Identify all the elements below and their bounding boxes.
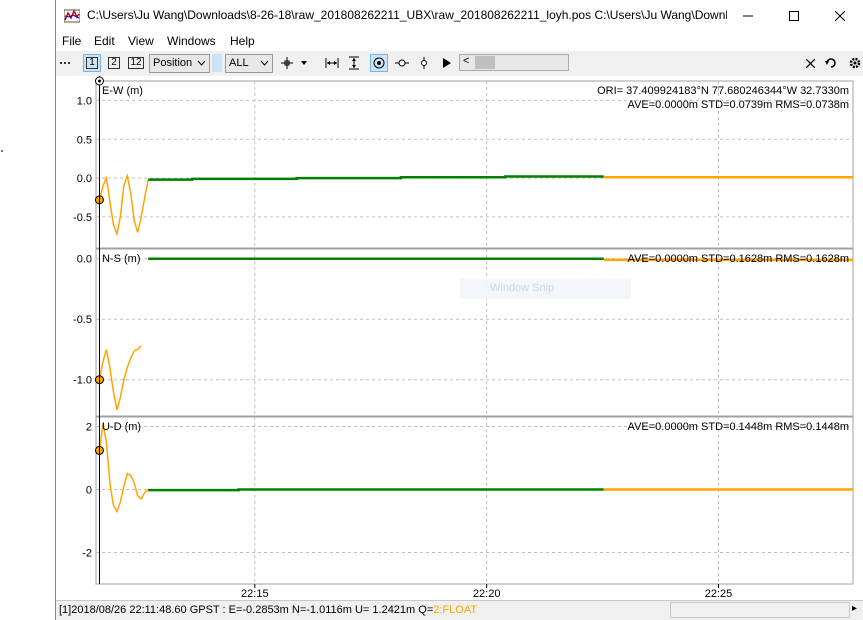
center-dropdown[interactable]: [299, 54, 309, 72]
track-point-icon: [395, 59, 409, 67]
target-icon: [373, 57, 385, 69]
panel-title: N-S (m): [102, 253, 141, 265]
y-tick-label: -1.0: [73, 375, 92, 387]
panel-title: E-W (m): [102, 85, 143, 97]
y-tick-label: 0.0: [77, 254, 92, 266]
x-tick-label: 22:25: [705, 588, 733, 600]
status-bar: [1]2018/08/26 22:11:48.60 GPST : E=-0.28…: [56, 600, 863, 620]
y-tick-label: -0.5: [73, 314, 92, 326]
fit-vertical-icon: [349, 56, 359, 70]
position-plot[interactable]: 1.0 0.5 0.0 -0.5 E-W (m) ORI= 37.409924183°N …: [56, 76, 863, 600]
status-quality: 2:FLOAT: [433, 604, 478, 616]
app-icon: [64, 9, 80, 23]
minimize-icon: [743, 15, 753, 16]
y-tick-label: -2: [82, 547, 92, 559]
panel-frame: [95, 416, 854, 585]
refresh-icon: [825, 58, 836, 68]
stats-label: AVE=0.0000m STD=0.0739m RMS=0.0738m: [628, 99, 849, 111]
fit-horizontal-button[interactable]: [324, 54, 340, 72]
close-icon: [805, 58, 815, 68]
menu-help[interactable]: Help: [230, 34, 255, 48]
close-button[interactable]: [817, 0, 863, 31]
close-icon: [835, 10, 845, 21]
plot-type-select[interactable]: Position: [149, 54, 210, 73]
fit-horizontal-icon: [325, 58, 339, 68]
fix-center-button[interactable]: [370, 54, 388, 72]
x-tick-label: 22:15: [241, 588, 269, 600]
stats-label: AVE=0.0000m STD=0.1628m RMS=0.1628m: [628, 253, 849, 265]
separator: [212, 54, 222, 72]
scroll-thumb[interactable]: [475, 56, 495, 69]
plot-1-label: 1: [86, 57, 98, 69]
minimize-button[interactable]: [725, 0, 771, 31]
toolbar-grip: [59, 54, 71, 72]
origin-label: ORI= 37.409924183°N 77.680246344°W 32.73…: [597, 85, 849, 97]
show-track-button[interactable]: [394, 54, 410, 72]
clear-button[interactable]: [804, 54, 816, 72]
status-panel: [670, 602, 850, 618]
plot-12-label: 12: [128, 57, 144, 69]
panel-frame: [95, 248, 854, 417]
menu-edit[interactable]: Edit: [94, 34, 115, 48]
maximize-button[interactable]: [771, 0, 817, 31]
menu-view[interactable]: View: [128, 34, 154, 48]
y-tick-label: 2: [86, 421, 92, 433]
plot-2-button[interactable]: 2: [105, 54, 123, 72]
dropdown-arrow-icon: [301, 61, 307, 65]
chevron-down-icon: [260, 60, 269, 66]
status-text: [1]2018/08/26 22:11:48.60 GPST : E=-0.28…: [59, 604, 477, 616]
status-position: [1]2018/08/26 22:11:48.60 GPST : E=-0.28…: [59, 604, 434, 616]
y-tick-label: 0.0: [77, 173, 92, 185]
menu-bar: File Edit View Windows Help: [56, 31, 863, 51]
play-icon: [443, 58, 451, 68]
window-snip-overlay: Window Snip: [460, 279, 631, 299]
plot-1-button[interactable]: 1: [83, 54, 101, 72]
scroll-left-arrow[interactable]: <: [463, 55, 469, 67]
crosshair-icon: [281, 57, 293, 69]
x-tick-label: 22:20: [473, 588, 501, 600]
plot-12-button[interactable]: 12: [126, 54, 146, 72]
title-bar: C:\Users\Ju Wang\Downloads\8-26-18\raw_2…: [56, 0, 863, 31]
menu-windows[interactable]: Windows: [167, 34, 216, 48]
point-icon: [421, 57, 427, 69]
settings-button[interactable]: [849, 54, 861, 72]
resize-grip[interactable]: ▸: [852, 603, 857, 614]
y-tick-label: 1.0: [77, 95, 92, 107]
plot-2-label: 2: [108, 57, 120, 69]
chevron-down-icon: [197, 60, 206, 66]
plot-type-value: Position: [153, 57, 193, 69]
quality-select[interactable]: ALL: [225, 54, 273, 73]
rtkplot-window: C:\Users\Ju Wang\Downloads\8-26-18\raw_2…: [55, 0, 863, 620]
fit-vertical-button[interactable]: [347, 54, 361, 72]
time-scrollbar[interactable]: <: [459, 54, 569, 71]
maximize-icon: [789, 10, 799, 21]
center-origin-button[interactable]: [280, 54, 294, 72]
series-fix-line: [148, 488, 604, 492]
play-button[interactable]: [440, 54, 454, 72]
panel-title: U-D (m): [102, 421, 141, 433]
quality-value: ALL: [229, 57, 249, 69]
y-tick-label: 0: [86, 484, 92, 496]
refresh-button[interactable]: [825, 54, 837, 72]
window-title: C:\Users\Ju Wang\Downloads\8-26-18\raw_2…: [87, 8, 727, 22]
gear-icon: [849, 57, 861, 69]
y-tick-label: -0.5: [73, 212, 92, 224]
y-tick-label: 0.5: [77, 134, 92, 146]
show-point-button[interactable]: [417, 54, 431, 72]
time-cursor-handle-dot: [97, 79, 101, 83]
grip-icon: [60, 62, 70, 64]
plot-area[interactable]: 1.0 0.5 0.0 -0.5 E-W (m) ORI= 37.409924183°N …: [56, 76, 863, 600]
menu-file[interactable]: File: [62, 34, 81, 48]
stats-label: AVE=0.0000m STD=0.1448m RMS=0.1448m: [628, 421, 849, 433]
snip-label: Window Snip: [490, 282, 555, 294]
desktop-background: [1, 150, 3, 152]
